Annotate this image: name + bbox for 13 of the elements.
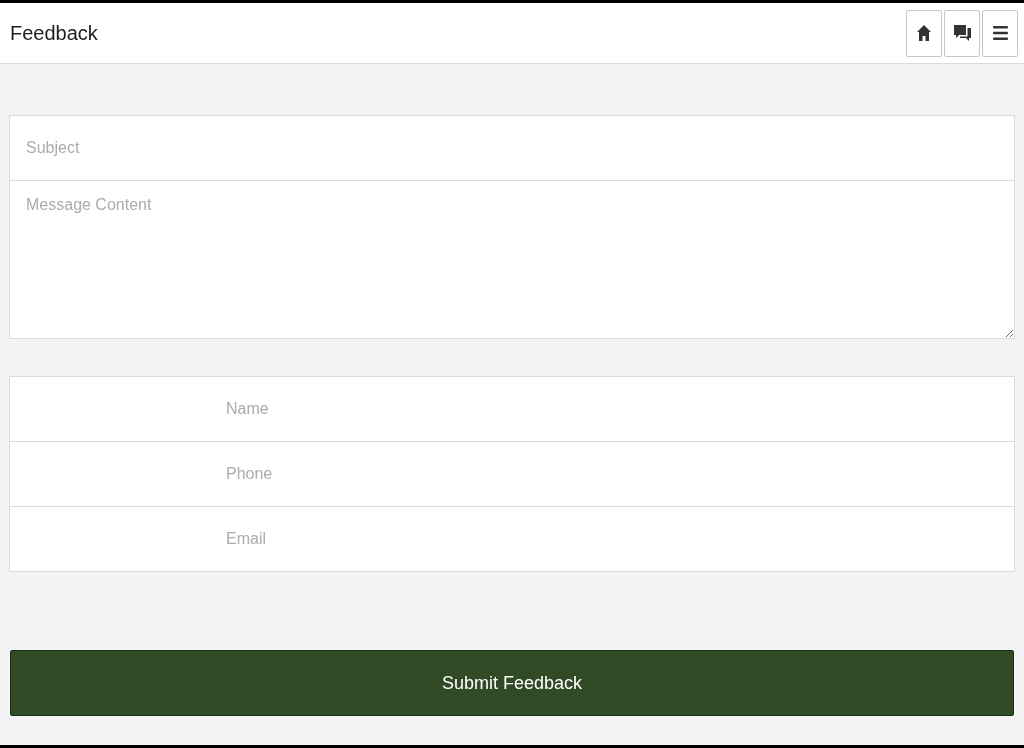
home-button[interactable] xyxy=(906,9,942,57)
input-field[interactable]: Email xyxy=(9,506,1015,572)
home-icon xyxy=(917,25,931,41)
input-field[interactable]: Phone xyxy=(9,441,1015,507)
page-title: Feedback xyxy=(10,21,98,46)
chat-bubbles-icon xyxy=(953,24,971,42)
submit-feedback-button[interactable]: Submit Feedback xyxy=(10,650,1014,716)
subject-field[interactable]: Subject xyxy=(9,115,1015,181)
message-field[interactable]: Message Content xyxy=(9,180,1015,339)
menu-icon xyxy=(992,26,1008,40)
input-field[interactable]: Name xyxy=(9,376,1015,442)
chat-button[interactable] xyxy=(944,9,980,57)
menu-button[interactable] xyxy=(982,9,1018,57)
